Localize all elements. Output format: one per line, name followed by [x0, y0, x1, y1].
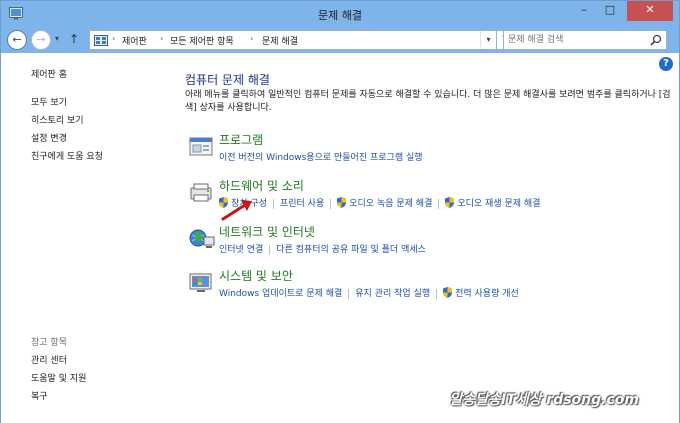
system-security-links: Windows 업데이트로 문제 해결 유지 관리 작업 실행 전력 사용량 개선: [219, 286, 519, 299]
category-programs: 프로그램 이전 버전의 Windows용으로 만들어진 프로그램 실행: [185, 131, 655, 171]
recovery-link[interactable]: 복구: [31, 389, 48, 402]
breadcrumb-separator-icon[interactable]: ›: [112, 34, 115, 43]
uac-shield-icon: [443, 287, 453, 298]
audio-playback-link[interactable]: 오디오 재생 문제 해결: [445, 196, 540, 209]
link-divider: [438, 198, 440, 209]
category-hardware-sound: 하드웨어 및 소리 장치 구성 프린터 사용 오디오 녹음 문제 해결 오디오 재생 …: [185, 177, 655, 217]
category-network-internet-title[interactable]: 네트워크 및 인터넷: [219, 223, 315, 240]
uac-shield-icon: [337, 197, 347, 208]
search-icon[interactable]: [650, 34, 662, 46]
audio-playback-label: 오디오 재생 문제 해결: [457, 199, 541, 209]
power-usage-link[interactable]: 전력 사용량 개선: [443, 286, 519, 299]
recent-locations-chevron-icon[interactable]: ▾: [55, 34, 59, 43]
breadcrumb-all-items[interactable]: 모든 제어판 항목: [170, 34, 234, 47]
see-also-heading: 참고 항목: [31, 338, 67, 348]
category-hardware-sound-title[interactable]: 하드웨어 및 소리: [219, 177, 304, 194]
content-area: 제어판 홈 모두 보기 히스토리 보기 설정 변경 친구에게 도움 요청 참고 …: [1, 53, 679, 423]
help-icon[interactable]: ?: [659, 57, 673, 71]
link-divider: [330, 198, 332, 209]
forward-arrow-icon[interactable]: →: [31, 30, 51, 50]
view-all-link[interactable]: 모두 보기: [31, 95, 67, 108]
page-description: 아래 메뉴를 클릭하여 일반적인 컴퓨터 문제를 자동으로 해결할 수 있습니다…: [185, 90, 671, 113]
link-divider: [269, 244, 271, 255]
category-network-internet: 네트워크 및 인터넷 인터넷 연결 다른 컴퓨터의 공유 파일 및 폴더 액세스: [185, 223, 655, 263]
use-printer-link[interactable]: 프린터 사용: [280, 196, 324, 209]
audio-recording-label: 오디오 녹음 문제 해결: [349, 199, 433, 209]
hardware-sound-icon[interactable]: [189, 181, 215, 205]
programs-links: 이전 버전의 Windows용으로 만들어진 프로그램 실행: [219, 150, 423, 163]
audio-recording-link[interactable]: 오디오 녹음 문제 해결: [337, 196, 432, 209]
page-title: 컴퓨터 문제 해결: [185, 73, 270, 87]
hardware-sound-links: 장치 구성 프린터 사용 오디오 녹음 문제 해결 오디오 재생 문제 해결: [219, 196, 540, 209]
help-support-link[interactable]: 도움말 및 지원: [31, 371, 86, 384]
category-system-security: 시스템 및 보안 Windows 업데이트로 문제 해결 유지 관리 작업 실행 전…: [185, 267, 655, 307]
windows-update-link[interactable]: Windows 업데이트로 문제 해결: [219, 286, 342, 299]
uac-shield-icon: [445, 197, 455, 208]
up-arrow-icon[interactable]: ↑: [69, 32, 79, 46]
programs-icon[interactable]: [189, 135, 215, 159]
back-arrow-icon[interactable]: ←: [7, 30, 27, 50]
system-security-icon[interactable]: [189, 271, 215, 295]
breadcrumb-control-panel[interactable]: 제어판: [122, 34, 147, 47]
close-button[interactable]: ✕: [627, 1, 673, 21]
minimize-button[interactable]: –: [571, 1, 597, 21]
ask-friend-link[interactable]: 친구에게 도움 요청: [31, 149, 103, 162]
category-programs-title[interactable]: 프로그램: [219, 131, 263, 148]
run-older-programs-link[interactable]: 이전 버전의 Windows용으로 만들어진 프로그램 실행: [219, 150, 423, 163]
internet-connections-link[interactable]: 인터넷 연결: [219, 242, 263, 255]
maximize-button[interactable]: □: [597, 1, 623, 21]
link-divider: [272, 198, 274, 209]
link-divider: [436, 288, 438, 299]
maintenance-tasks-link[interactable]: 유지 관리 작업 실행: [355, 286, 430, 299]
search-input[interactable]: [508, 33, 648, 47]
troubleshooting-window: 문제 해결 – □ ✕ ← → ▾ ↑ › 제어판 › 모든 제어판 항목 › …: [0, 0, 680, 423]
change-settings-link[interactable]: 설정 변경: [31, 131, 67, 144]
watermark: 알송달송IT세상 rdsong.com: [449, 392, 639, 408]
address-bar[interactable]: › 제어판 › 모든 제어판 항목 › 문제 해결 ▾: [89, 30, 497, 50]
network-internet-icon[interactable]: [189, 227, 215, 251]
breadcrumb-separator-icon[interactable]: ›: [250, 34, 253, 43]
title-bar[interactable]: 문제 해결 – □ ✕: [1, 1, 679, 27]
shared-folders-link[interactable]: 다른 컴퓨터의 공유 파일 및 폴더 액세스: [276, 242, 426, 255]
control-panel-icon: [94, 35, 108, 46]
category-system-security-title[interactable]: 시스템 및 보안: [219, 267, 293, 284]
control-panel-home-link[interactable]: 제어판 홈: [31, 67, 67, 80]
view-history-link[interactable]: 히스토리 보기: [31, 113, 84, 126]
breadcrumb-separator-icon[interactable]: ›: [160, 34, 163, 43]
network-internet-links: 인터넷 연결 다른 컴퓨터의 공유 파일 및 폴더 액세스: [219, 242, 426, 255]
link-divider: [348, 288, 350, 299]
address-dropdown-icon[interactable]: ▾: [480, 31, 496, 49]
search-box[interactable]: [503, 30, 667, 50]
annotation-arrow-icon: [221, 200, 252, 221]
breadcrumb-troubleshooting[interactable]: 문제 해결: [262, 34, 298, 47]
action-center-link[interactable]: 관리 센터: [31, 353, 67, 366]
power-usage-label: 전력 사용량 개선: [455, 289, 519, 299]
address-row: ← → ▾ ↑ › 제어판 › 모든 제어판 항목 › 문제 해결 ▾ ↻: [1, 27, 679, 53]
